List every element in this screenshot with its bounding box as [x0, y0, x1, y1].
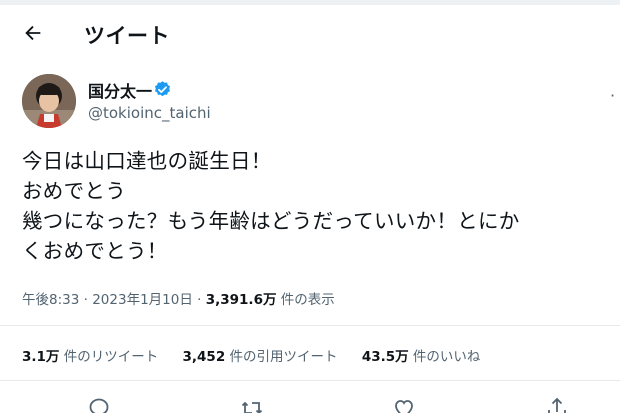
view-label: 件の表示 — [280, 292, 335, 308]
divider — [0, 325, 620, 326]
tweet-date[interactable]: 2023年1月10日 — [92, 292, 193, 308]
arrow-left-icon[interactable] — [22, 22, 44, 44]
tweet-text: 今日は山口達也の誕生日！ おめでとう 幾つになった？もう年齢はどうだっていいか！… — [22, 146, 612, 266]
divider — [0, 380, 620, 381]
retweet-count-link[interactable]: 3.1万 件のリツイート — [22, 345, 158, 365]
avatar-image — [22, 74, 76, 128]
action-bar — [0, 396, 620, 413]
quote-label: 件の引用ツイート — [229, 349, 338, 365]
retweet-label: 件のリツイート — [63, 349, 159, 365]
reply-icon[interactable] — [87, 396, 111, 413]
quote-count-link[interactable]: 3,452 件の引用ツイート — [183, 345, 338, 365]
meta-separator: · — [197, 292, 202, 308]
header: ツイート — [0, 16, 620, 56]
quote-count: 3,452 — [182, 349, 226, 365]
view-count: 3,391.6万 — [205, 292, 277, 308]
user-handle[interactable]: @tokioinc_taichi — [88, 104, 211, 122]
user-name[interactable]: 国分太一 — [88, 78, 152, 102]
verified-badge-icon — [154, 81, 171, 97]
like-count-link[interactable]: 43.5万 件のいいね — [362, 345, 481, 365]
tweet-stats: 3.1万 件のリツイート 3,452 件の引用ツイート 43.5万 件のいいね — [22, 345, 500, 365]
tweet-time[interactable]: 午後8:33 — [22, 292, 79, 308]
tweet-line: くおめでとう！ — [22, 239, 168, 263]
more-icon[interactable]: · — [610, 86, 615, 105]
top-border — [0, 0, 620, 5]
share-icon[interactable] — [545, 396, 569, 413]
like-label: 件のいいね — [412, 349, 481, 365]
tweet-line: 幾つになった？もう年齢はどうだっていいか！とにか — [22, 209, 520, 233]
tweet-line: 今日は山口達也の誕生日！ — [22, 149, 272, 173]
retweet-icon[interactable] — [240, 396, 264, 413]
page-title: ツイート — [84, 24, 170, 48]
tweet-meta: 午後8:33 · 2023年1月10日 · 3,391.6万 件の表示 — [22, 288, 335, 308]
meta-separator: · — [83, 292, 88, 308]
avatar[interactable] — [22, 74, 76, 128]
heart-icon[interactable] — [392, 396, 416, 413]
retweet-count: 3.1万 — [22, 349, 60, 365]
tweet-line: おめでとう — [22, 179, 126, 203]
like-count: 43.5万 — [361, 349, 409, 365]
